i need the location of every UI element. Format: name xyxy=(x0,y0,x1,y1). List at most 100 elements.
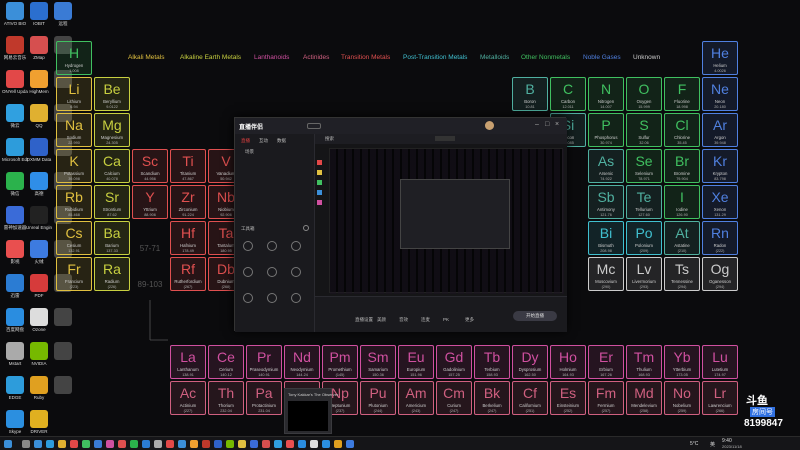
layer-icon[interactable] xyxy=(317,170,322,175)
taskbar-thumbnail-popup[interactable]: Tony Kakkar's The Observer xyxy=(284,388,338,434)
taskbar-app-icon[interactable] xyxy=(238,440,246,448)
element-xe[interactable]: Xe Xenon 131.29 xyxy=(702,185,738,219)
minimize-icon[interactable]: – xyxy=(535,121,539,128)
element-y[interactable]: Y Yttrium 88.906 xyxy=(132,185,168,219)
taskbar-app-icon[interactable] xyxy=(178,440,186,448)
element-lu[interactable]: Lu Lutetium 174.97 xyxy=(702,345,738,379)
element-mg[interactable]: Mg Magnesium 24.305 xyxy=(94,113,130,147)
element-md[interactable]: Md Mendelevium (258) xyxy=(626,381,662,415)
taskbar-app-icon[interactable] xyxy=(346,440,354,448)
taskbar-app-icon[interactable] xyxy=(22,440,30,448)
element-cm[interactable]: Cm Curium (247) xyxy=(436,381,472,415)
start-live-button[interactable]: 开始直播 xyxy=(513,311,557,321)
element-dy[interactable]: Dy Dysprosium 162.50 xyxy=(512,345,548,379)
element-o[interactable]: O Oxygen 15.999 xyxy=(626,77,662,111)
element-tm[interactable]: Tm Thulium 168.93 xyxy=(626,345,662,379)
element-tb[interactable]: Tb Terbium 158.93 xyxy=(474,345,510,379)
element-ar[interactable]: Ar Argon 39.948 xyxy=(702,113,738,147)
element-kr[interactable]: Kr Krypton 83.798 xyxy=(702,149,738,183)
element-rn[interactable]: Rn Radon (222) xyxy=(702,221,738,255)
element-as[interactable]: As Arsenic 74.922 xyxy=(588,149,624,183)
element-pr[interactable]: Pr Praseodymium 140.91 xyxy=(246,345,282,379)
control-button[interactable]: 更多 xyxy=(465,317,474,323)
element-la[interactable]: La Lanthanum 138.91 xyxy=(170,345,206,379)
start-icon[interactable] xyxy=(4,440,12,448)
element-na[interactable]: Na Sodium 22.990 xyxy=(56,113,92,147)
element-i[interactable]: I Iodine 126.90 xyxy=(664,185,700,219)
taskbar-app-icon[interactable] xyxy=(310,440,318,448)
taskbar-app-icon[interactable] xyxy=(82,440,90,448)
element-nd[interactable]: Nd Neodymium 144.24 xyxy=(284,345,320,379)
taskbar-app-icon[interactable] xyxy=(202,440,210,448)
element-pu[interactable]: Pu Plutonium (244) xyxy=(360,381,396,415)
control-button[interactable]: 美颜 xyxy=(377,317,386,323)
element-er[interactable]: Er Erbium 167.26 xyxy=(588,345,624,379)
element-ca[interactable]: Ca Calcium 40.078 xyxy=(94,149,130,183)
element-at[interactable]: At Astatine (210) xyxy=(664,221,700,255)
element-be[interactable]: Be Beryllium 9.0122 xyxy=(94,77,130,111)
layer-icon[interactable] xyxy=(317,190,322,195)
element-yb[interactable]: Yb Ytterbium 173.05 xyxy=(664,345,700,379)
element-f[interactable]: F Fluorine 18.998 xyxy=(664,77,700,111)
element-es[interactable]: Es Einsteinium (252) xyxy=(550,381,586,415)
tab-data[interactable]: 数据 xyxy=(277,138,286,144)
taskbar-app-icon[interactable] xyxy=(334,440,342,448)
element-eu[interactable]: Eu Europium 151.96 xyxy=(398,345,434,379)
live-streaming-app-window[interactable]: 直播伴侣 – □ × 直播 互动 数据 场景 工具箱 搜索 直播设置 美颜 音效… xyxy=(234,117,567,332)
layer-icon[interactable] xyxy=(317,200,322,205)
element-am[interactable]: Am Americium (243) xyxy=(398,381,434,415)
element-sc[interactable]: Sc Scandium 44.956 xyxy=(132,149,168,183)
element-s[interactable]: S Sulfur 32.06 xyxy=(626,113,662,147)
tool-icon[interactable] xyxy=(243,293,253,303)
control-button[interactable]: 连麦 xyxy=(421,317,430,323)
element-li[interactable]: Li Lithium 6.94 xyxy=(56,77,92,111)
layer-icon[interactable] xyxy=(317,180,322,185)
element-sr[interactable]: Sr Strontium 87.62 xyxy=(94,185,130,219)
element-rf[interactable]: Rf Rutherfordium (267) xyxy=(170,257,206,291)
element-h[interactable]: H Hydrogen 1.008 xyxy=(56,41,92,75)
tool-icon[interactable] xyxy=(291,293,301,303)
element-br[interactable]: Br Bromine 79.904 xyxy=(664,149,700,183)
element-mc[interactable]: Mc Moscovium (290) xyxy=(588,257,624,291)
tab-interact[interactable]: 互动 xyxy=(259,138,268,144)
element-zr[interactable]: Zr Zirconium 91.224 xyxy=(170,185,206,219)
element-ce[interactable]: Ce Cerium 140.12 xyxy=(208,345,244,379)
element-ts[interactable]: Ts Tennessine (294) xyxy=(664,257,700,291)
close-icon[interactable]: × xyxy=(555,121,559,128)
element-ra[interactable]: Ra Radium (226) xyxy=(94,257,130,291)
element-ho[interactable]: Ho Holmium 164.93 xyxy=(550,345,586,379)
element-og[interactable]: Og Oganesson (294) xyxy=(702,257,738,291)
taskbar-app-icon[interactable] xyxy=(94,440,102,448)
element-fr[interactable]: Fr Francium (223) xyxy=(56,257,92,291)
taskbar-app-icon[interactable] xyxy=(298,440,306,448)
element-cs[interactable]: Cs Cesium 132.91 xyxy=(56,221,92,255)
element-fm[interactable]: Fm Fermium (257) xyxy=(588,381,624,415)
element-se[interactable]: Se Selenium 78.971 xyxy=(626,149,662,183)
element-po[interactable]: Po Polonium (209) xyxy=(626,221,662,255)
taskbar-app-icon[interactable] xyxy=(70,440,78,448)
element-lr[interactable]: Lr Lawrencium (266) xyxy=(702,381,738,415)
tab-live[interactable]: 直播 xyxy=(241,138,250,144)
element-gd[interactable]: Gd Gadolinium 157.25 xyxy=(436,345,472,379)
element-pm[interactable]: Pm Promethium (145) xyxy=(322,345,358,379)
element-pa[interactable]: Pa Protactinium 231.04 xyxy=(246,381,282,415)
element-ba[interactable]: Ba Barium 137.33 xyxy=(94,221,130,255)
taskbar-app-icon[interactable] xyxy=(262,440,270,448)
settings-icon[interactable] xyxy=(303,225,309,231)
avatar[interactable] xyxy=(485,121,494,130)
layer-icon[interactable] xyxy=(317,160,322,165)
taskbar-app-icon[interactable] xyxy=(34,440,42,448)
taskbar-app-icon[interactable] xyxy=(46,440,54,448)
element-lv[interactable]: Lv Livermorium (293) xyxy=(626,257,662,291)
tool-icon[interactable] xyxy=(243,241,253,251)
element-ne[interactable]: Ne Neon 20.180 xyxy=(702,77,738,111)
taskbar-app-icon[interactable] xyxy=(166,440,174,448)
tool-icon[interactable] xyxy=(243,267,253,277)
control-button[interactable]: 音效 xyxy=(399,317,408,323)
element-b[interactable]: B Boron 10.81 xyxy=(512,77,548,111)
element-te[interactable]: Te Tellurium 127.60 xyxy=(626,185,662,219)
taskbar-app-icon[interactable] xyxy=(58,440,66,448)
tool-icon[interactable] xyxy=(267,241,277,251)
maximize-icon[interactable]: □ xyxy=(545,121,549,128)
control-button[interactable]: PK xyxy=(443,317,449,322)
